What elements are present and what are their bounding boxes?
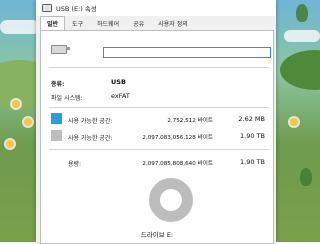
type-value: USB	[111, 78, 126, 86]
tab-sharing[interactable]: 공유	[126, 16, 151, 30]
file-system-value: exFAT	[111, 92, 130, 100]
usb-drive-icon	[51, 45, 70, 54]
tab-hardware[interactable]: 하드웨어	[90, 16, 126, 30]
divider	[49, 149, 269, 150]
divider	[49, 107, 269, 108]
drive-icon-row	[51, 45, 70, 54]
used-space-size: 2.62 MB	[238, 115, 265, 123]
tab-general[interactable]: 일반	[40, 16, 66, 30]
free-space-swatch	[51, 130, 62, 141]
usb-drive-icon	[42, 4, 52, 12]
drive-letter-label: 드라이브 E:	[140, 231, 174, 239]
free-space-label: 사용 가능한 공간:	[68, 135, 113, 142]
free-space-bytes: 2,097,083,056,128 바이트	[142, 135, 213, 141]
capacity-size: 1.90 TB	[240, 158, 265, 166]
properties-dialog: USB (E:) 속성 일반 도구 하드웨어 공유 사용자 정의 종류: USB…	[36, 0, 276, 244]
tab-customize[interactable]: 사용자 정의	[151, 16, 195, 30]
general-panel: 종류: USB 파일 시스템: exFAT 사용 가능한 공간: 2,752,5…	[40, 30, 274, 244]
used-space-bytes: 2,752,512 바이트	[167, 118, 213, 124]
tab-strip: 일반 도구 하드웨어 공유 사용자 정의	[36, 16, 276, 30]
tab-tools[interactable]: 도구	[65, 16, 90, 30]
used-space-label: 사용 가능한 공간:	[68, 118, 113, 125]
window-title: USB (E:) 속성	[56, 5, 97, 13]
divider	[49, 67, 269, 68]
title-bar[interactable]: USB (E:) 속성	[36, 0, 276, 16]
file-system-label: 파일 시스템:	[51, 95, 83, 102]
type-label: 종류:	[51, 81, 65, 88]
used-space-swatch	[51, 113, 62, 124]
drive-name-input[interactable]	[103, 47, 271, 58]
capacity-donut-chart	[149, 178, 193, 222]
free-space-size: 1.90 TB	[240, 132, 265, 140]
capacity-label: 용량:	[68, 161, 82, 168]
capacity-bytes: 2,097,085,808,640 바이트	[142, 161, 213, 167]
